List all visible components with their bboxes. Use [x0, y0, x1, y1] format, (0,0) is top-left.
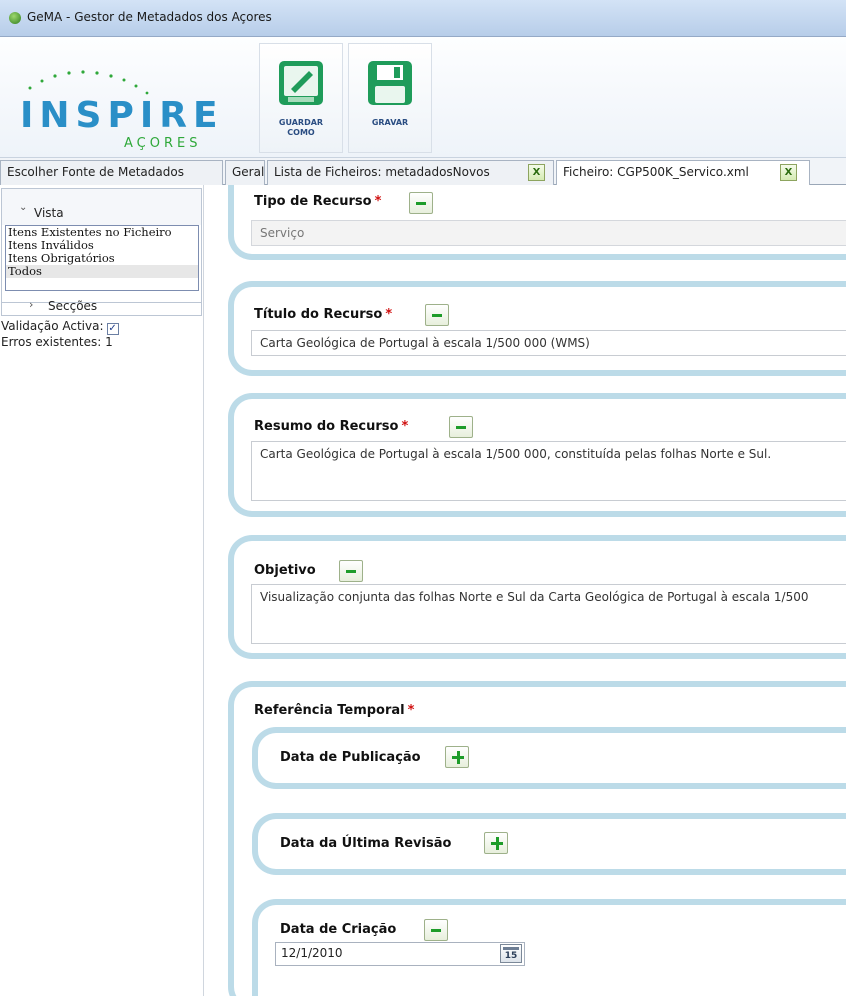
- tab-label: Escolher Fonte de Metadados: [7, 165, 184, 179]
- seccoes-label: Secções: [48, 299, 98, 313]
- subsection-data-criacao: Data de Criação 12/1/2010 15: [252, 899, 846, 996]
- section-tipo-recurso: Tipo de Recurso * Serviço: [228, 185, 846, 260]
- section-title: Data de Criação: [280, 922, 397, 937]
- section-title: Referência Temporal *: [254, 703, 415, 718]
- section-title: Resumo do Recurso *: [254, 419, 409, 434]
- ribbon-toolbar: INSPIRE AÇORES GUARDAR COMO GRAVAR: [0, 37, 846, 158]
- section-title: Data da Última Revisão: [280, 836, 452, 851]
- close-tab-icon[interactable]: X: [780, 164, 797, 181]
- calendar-icon[interactable]: 15: [500, 944, 522, 963]
- tab-label: Ficheiro: CGP500K_Servico.xml: [563, 165, 749, 179]
- remove-button[interactable]: [424, 919, 448, 941]
- save-as-icon: [279, 61, 323, 105]
- tipo-recurso-input[interactable]: Serviço: [251, 220, 846, 246]
- errors-count: Erros existentes: 1: [1, 335, 113, 349]
- subsection-data-revisao: Data da Última Revisão: [252, 813, 846, 875]
- section-title: Data de Publicação: [280, 750, 421, 765]
- add-button[interactable]: [445, 746, 469, 768]
- save-button[interactable]: GRAVAR: [348, 43, 432, 153]
- remove-button[interactable]: [409, 192, 433, 214]
- subsection-data-publicacao: Data de Publicação: [252, 727, 846, 789]
- seccoes-header[interactable]: › Secções: [1, 294, 202, 316]
- vista-header[interactable]: ⌄ Vista: [2, 189, 201, 225]
- section-referencia-temporal: Referência Temporal * Data de Publicação …: [228, 681, 846, 996]
- objetivo-textarea[interactable]: Visualização conjunta das folhas Norte e…: [251, 584, 846, 644]
- validation-checkbox[interactable]: ✓: [106, 323, 119, 335]
- date-value: 12/1/2010: [281, 946, 343, 960]
- tab-label: Geral: [232, 165, 265, 179]
- section-title: Tipo de Recurso *: [254, 194, 382, 209]
- inspire-acores-logo: INSPIRE AÇORES: [20, 70, 224, 151]
- save-as-button[interactable]: GUARDAR COMO: [259, 43, 343, 153]
- section-objetivo: Objetivo Visualização conjunta das folha…: [228, 535, 846, 659]
- vista-list: Itens Existentes no Ficheiro Itens Invál…: [5, 225, 199, 291]
- left-panel: ⌄ Vista Itens Existentes no Ficheiro Ite…: [0, 185, 204, 996]
- logo-subtext: AÇORES: [124, 136, 201, 151]
- date-picker[interactable]: 12/1/2010 15: [275, 942, 525, 966]
- remove-button[interactable]: [449, 416, 473, 438]
- section-title: Título do Recurso *: [254, 307, 393, 322]
- tab-file-list[interactable]: Lista de Ficheiros: metadadosNovos X: [267, 160, 554, 185]
- logo-text: INSPIRE: [20, 95, 224, 136]
- resumo-recurso-textarea[interactable]: Carta Geológica de Portugal à escala 1/5…: [251, 441, 846, 501]
- titulo-recurso-input[interactable]: Carta Geológica de Portugal à escala 1/5…: [251, 330, 846, 356]
- tab-file[interactable]: Ficheiro: CGP500K_Servico.xml X: [556, 160, 810, 187]
- chevron-down-icon[interactable]: ⌄: [19, 202, 27, 213]
- floppy-disk-icon: [368, 61, 412, 105]
- save-label: GRAVAR: [371, 118, 409, 127]
- validation-label: Validação Activa:: [1, 319, 104, 333]
- remove-button[interactable]: [339, 560, 363, 582]
- validation-status: Validação Activa: ✓: [1, 319, 119, 335]
- title-bar: GeMA - Gestor de Metadados dos Açores: [0, 0, 846, 37]
- list-item-selected[interactable]: Todos: [6, 265, 198, 278]
- chevron-right-icon[interactable]: ›: [29, 298, 33, 311]
- app-icon: [9, 12, 21, 24]
- section-resumo-recurso: Resumo do Recurso * Carta Geológica de Po…: [228, 393, 846, 517]
- tab-general[interactable]: Geral: [225, 160, 265, 185]
- vista-panel: ⌄ Vista Itens Existentes no Ficheiro Ite…: [1, 188, 202, 303]
- section-titulo-recurso: Título do Recurso * Carta Geológica de Po…: [228, 281, 846, 376]
- vista-label: Vista: [34, 206, 64, 220]
- section-title: Objetivo: [254, 563, 316, 578]
- tab-label: Lista de Ficheiros: metadadosNovos: [274, 165, 490, 179]
- add-button[interactable]: [484, 832, 508, 854]
- metadata-form: Tipo de Recurso * Serviço Título do Recur…: [205, 185, 846, 996]
- save-as-label: GUARDAR COMO: [278, 118, 324, 137]
- tab-strip: Escolher Fonte de Metadados Geral Lista …: [0, 158, 846, 187]
- remove-button[interactable]: [425, 304, 449, 326]
- close-tab-icon[interactable]: X: [528, 164, 545, 181]
- tab-choose-source[interactable]: Escolher Fonte de Metadados: [0, 160, 223, 185]
- window-title: GeMA - Gestor de Metadados dos Açores: [27, 10, 272, 24]
